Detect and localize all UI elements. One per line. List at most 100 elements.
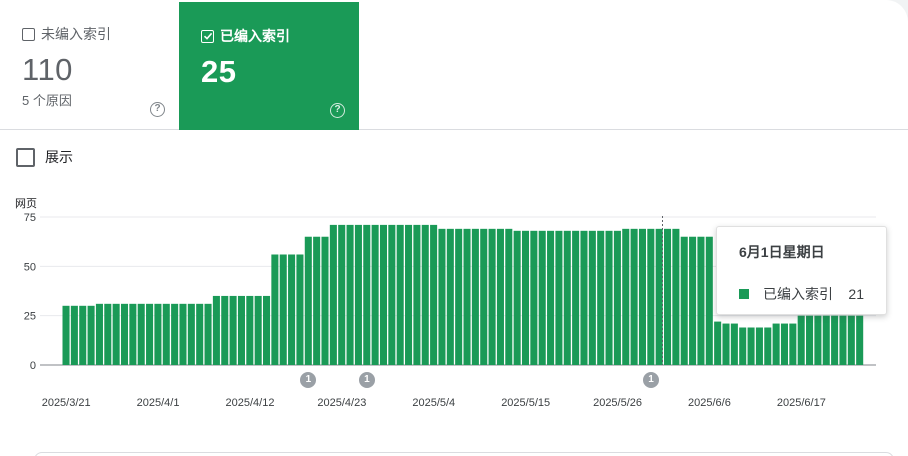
bar [714, 321, 722, 365]
bar [463, 228, 471, 365]
bar [480, 228, 488, 365]
bar [555, 230, 563, 365]
indexed-label: 已编入索引 [220, 28, 290, 44]
bar [730, 323, 738, 365]
bar [806, 315, 814, 365]
bar [856, 315, 864, 365]
bar [655, 228, 663, 365]
index-coverage-panel: 未编入索引 110 5 个原因 ? 已编入索引 25 ? 展示 网页 0 25 50… [0, 0, 908, 456]
x-tick-label: 2025/4/12 [226, 397, 275, 409]
bar [246, 295, 254, 365]
x-tick-label: 2025/5/26 [593, 397, 642, 409]
bar [622, 228, 630, 365]
bar [271, 254, 279, 365]
bar [822, 315, 830, 365]
bar [530, 230, 538, 365]
bar [421, 224, 429, 365]
bar [697, 236, 705, 365]
show-checkbox[interactable] [16, 147, 35, 167]
bar [196, 303, 204, 365]
bar [780, 323, 789, 365]
bar [338, 224, 346, 365]
bar [505, 228, 513, 365]
bar [847, 315, 855, 365]
bar [831, 315, 839, 365]
bar [471, 228, 479, 365]
bar [455, 228, 463, 365]
card-row-filler [359, 0, 908, 130]
annotation-marker[interactable]: 1 [358, 372, 375, 388]
bar [137, 303, 145, 365]
x-tick-label: 2025/5/4 [412, 397, 455, 409]
indexed-card[interactable]: 已编入索引 25 ? [179, 2, 359, 130]
bar [212, 295, 220, 365]
bar [120, 303, 129, 365]
tooltip-series: 已编入索引 [763, 286, 833, 302]
bar [772, 323, 780, 365]
bar [204, 303, 212, 365]
y-tick-label: 0 [30, 360, 36, 372]
bar [354, 224, 362, 365]
bar [221, 295, 229, 365]
bar [739, 327, 747, 365]
tooltip-value: 21 [848, 286, 864, 302]
bar [789, 323, 797, 365]
bar [313, 236, 321, 365]
bar [95, 303, 103, 365]
bar [588, 230, 596, 365]
bar [329, 224, 337, 365]
bar [430, 224, 438, 365]
bar [689, 236, 697, 365]
not-indexed-label: 未编入索引 [41, 26, 111, 42]
bar [438, 228, 446, 365]
indexed-checkbox[interactable] [201, 29, 214, 43]
bar [413, 224, 421, 365]
bar [171, 303, 179, 365]
x-tick-label: 2025/3/21 [42, 397, 91, 409]
indexed-count: 25 [201, 54, 237, 89]
bar [722, 323, 730, 365]
bar [263, 295, 271, 365]
not-indexed-reasons: 5 个原因 [22, 93, 72, 108]
bar [496, 228, 504, 365]
bar [747, 327, 755, 365]
show-toggle[interactable]: 展示 [16, 147, 73, 167]
bar [87, 305, 95, 365]
x-tick-label: 2025/6/6 [688, 397, 731, 409]
not-indexed-card[interactable]: 未编入索引 110 5 个原因 ? [0, 0, 179, 130]
bar [363, 224, 371, 365]
bar [638, 228, 646, 365]
bar [580, 230, 588, 365]
bar [229, 295, 237, 365]
bar [597, 230, 605, 365]
bar [672, 228, 680, 365]
annotation-marker[interactable]: 1 [642, 372, 659, 388]
bar [379, 224, 388, 365]
bar [521, 230, 530, 365]
bar [237, 295, 245, 365]
x-tick-label: 2025/4/1 [137, 397, 180, 409]
x-tick-label: 2025/5/15 [501, 397, 550, 409]
help-icon[interactable]: ? [150, 102, 165, 117]
bar [371, 224, 379, 365]
not-indexed-checkbox[interactable] [22, 27, 35, 41]
bar [346, 224, 354, 365]
details-card [34, 452, 894, 456]
x-tick-label: 2025/6/17 [777, 397, 826, 409]
bar [288, 254, 296, 365]
bar [814, 315, 822, 365]
tooltip-row: 已编入索引 21 [739, 284, 864, 304]
not-indexed-header: 未编入索引 [22, 24, 157, 44]
bar [70, 305, 78, 365]
help-icon[interactable]: ? [330, 103, 345, 118]
bar [613, 230, 621, 365]
bar [764, 327, 772, 365]
bar [321, 236, 329, 365]
y-tick-label: 50 [24, 261, 36, 273]
bar [187, 303, 195, 365]
bar [563, 230, 571, 365]
bar [647, 228, 655, 365]
chart-tooltip: 6月1日星期日 已编入索引 21 [716, 226, 887, 315]
not-indexed-count: 110 [22, 52, 73, 87]
bar [630, 228, 638, 365]
